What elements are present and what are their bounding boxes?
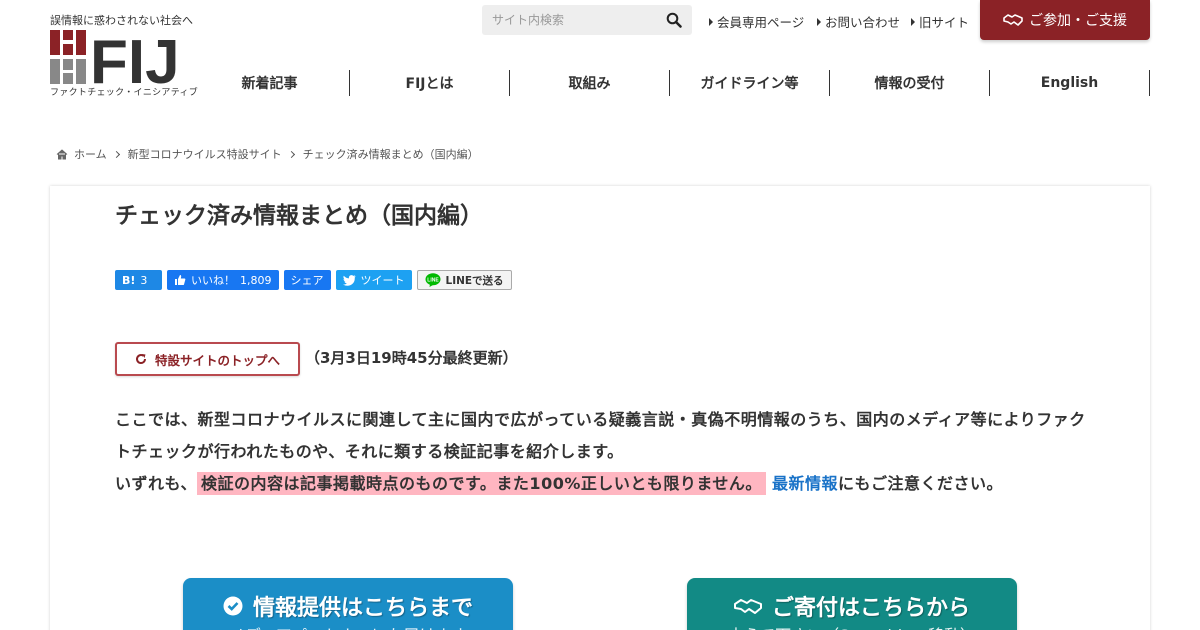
tweet-button[interactable]: ツイート xyxy=(335,270,412,290)
support-button-label: ご参加・ご支援 xyxy=(1029,13,1127,29)
search-input[interactable] xyxy=(482,5,652,35)
hatena-count: 3 xyxy=(140,273,148,287)
submit-info-title: 情報提供はこちらまで xyxy=(252,596,473,621)
site-search xyxy=(482,5,692,35)
line-share-label: LINEで送る xyxy=(445,274,504,287)
members-link[interactable]: 会員専用ページ xyxy=(709,12,804,31)
caret-right-icon xyxy=(911,18,915,26)
intro-note-prefix: いずれも、 xyxy=(115,474,198,493)
intro-paragraph: ここでは、新型コロナウイルスに関連して主に国内で広がっている疑義言説・真偽不明情… xyxy=(115,410,1086,461)
donate-button[interactable]: ご寄付はこちらから 支えて下さい（Syncableへ移動） xyxy=(687,578,1017,630)
highlighted-disclaimer: 検証の内容は記事掲載時点のものです。また100%正しいとも限りません。 xyxy=(197,472,766,495)
breadcrumb: ホーム 新型コロナウイルス特設サイト チェック済み情報まとめ（国内編） xyxy=(56,146,479,162)
intro-text: ここでは、新型コロナウイルスに関連して主に国内で広がっている疑義言説・真偽不明情… xyxy=(115,404,1090,500)
submit-info-subtitle: メディアパートナーにも届けます xyxy=(183,622,513,630)
contact-link[interactable]: お問い合わせ xyxy=(817,12,900,31)
latest-info-link[interactable]: 最新情報 xyxy=(772,474,838,493)
submit-info-button[interactable]: 情報提供はこちらまで メディアパートナーにも届けます xyxy=(183,578,513,630)
twitter-bird-icon xyxy=(342,274,355,286)
facebook-like-button[interactable]: いいね！ 1,809 xyxy=(167,270,279,290)
handshake-icon xyxy=(1003,14,1023,26)
support-button[interactable]: ご参加・ご支援 xyxy=(980,0,1150,40)
chevron-right-icon xyxy=(287,150,295,158)
line-share-button[interactable]: LINE LINEで送る xyxy=(416,270,512,290)
caret-right-icon xyxy=(709,18,713,26)
donate-subtitle: 支えて下さい（Syncableへ移動） xyxy=(687,622,1017,630)
main-nav: 新着記事 FIJとは 取組み ガイドライン等 情報の受付 English xyxy=(190,70,1150,96)
nav-item-activities[interactable]: 取組み xyxy=(510,70,670,96)
line-logo-icon: LINE xyxy=(425,273,440,287)
facebook-share-label: シェア xyxy=(290,274,324,287)
nav-item-guidelines[interactable]: ガイドライン等 xyxy=(670,70,830,96)
members-link-label: 会員専用ページ xyxy=(717,15,805,30)
intro-note: いずれも、 検証の内容は記事掲載時点のものです。また100%正しいとも限りません。… xyxy=(115,468,1090,500)
chevron-right-icon xyxy=(112,150,120,158)
nav-item-news[interactable]: 新着記事 xyxy=(190,70,350,96)
donate-title: ご寄付はこちらから xyxy=(771,596,970,621)
tweet-label: ツイート xyxy=(360,274,405,287)
old-site-link[interactable]: 旧サイト xyxy=(911,12,969,31)
breadcrumb-corona-site[interactable]: 新型コロナウイルス特設サイト xyxy=(128,146,282,162)
nav-item-english[interactable]: English xyxy=(990,70,1150,96)
hatena-bookmark-button[interactable]: B! 3 xyxy=(115,270,162,290)
intro-note-suffix: にもご注意ください。 xyxy=(837,474,1003,493)
logo-wordmark: FIJ xyxy=(90,30,180,84)
breadcrumb-home[interactable]: ホーム xyxy=(74,146,107,162)
svg-text:LINE: LINE xyxy=(427,278,439,284)
thumbs-up-icon xyxy=(175,275,186,285)
breadcrumb-current: チェック済み情報まとめ（国内編） xyxy=(302,148,479,161)
share-buttons: B! 3 いいね！ 1,809 シェア ツイート LINE LINEで送る xyxy=(115,270,512,290)
nav-item-about[interactable]: FIJとは xyxy=(350,70,510,96)
facebook-share-button[interactable]: シェア xyxy=(283,270,331,290)
facebook-like-count: 1,809 xyxy=(240,273,272,287)
hatena-icon: B! xyxy=(122,273,136,287)
last-updated: （3月3日19時45分最終更新） xyxy=(305,349,518,367)
logo-tagline: 誤情報に惑わされない社会へ xyxy=(50,14,193,27)
caret-right-icon xyxy=(817,18,821,26)
search-icon[interactable] xyxy=(666,12,682,28)
special-site-top-button[interactable]: 特設サイトのトップへ xyxy=(115,342,300,376)
refresh-icon xyxy=(136,354,146,365)
logo-subtitle: ファクトチェック・イニシアティブ xyxy=(50,88,199,98)
check-circle-icon xyxy=(223,596,243,616)
home-icon xyxy=(56,148,68,159)
site-logo[interactable]: FIJ xyxy=(50,28,190,97)
special-site-top-label: 特設サイトのトップへ xyxy=(154,352,280,368)
handshake-icon xyxy=(733,599,762,614)
old-site-link-label: 旧サイト xyxy=(919,15,970,30)
page-title: チェック済み情報まとめ（国内編） xyxy=(115,203,483,229)
contact-link-label: お問い合わせ xyxy=(825,15,901,30)
facebook-like-label: いいね！ xyxy=(191,274,235,287)
nav-item-submit-info[interactable]: 情報の受付 xyxy=(830,70,990,96)
